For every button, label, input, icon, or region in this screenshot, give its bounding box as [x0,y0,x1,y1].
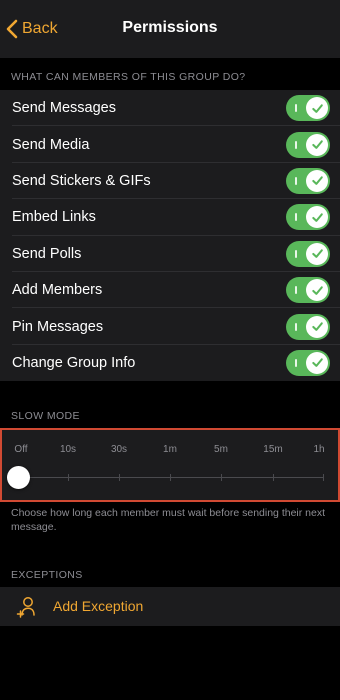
add-members-toggle[interactable] [286,277,330,304]
permission-row-pin-messages: Pin Messages [0,308,340,346]
checkmark-icon [306,206,328,229]
permission-label: Send Messages [12,100,116,117]
add-exception-label: Add Exception [53,598,144,614]
permission-row-send-messages: Send Messages [0,90,340,127]
permission-label: Add Members [12,282,103,299]
checkmark-icon [306,133,328,156]
slider-thumb[interactable] [7,466,30,489]
checkmark-icon [306,351,328,374]
slow-mode-option-off[interactable]: Off [14,444,27,455]
add-person-icon [16,597,35,618]
permission-row-add-members: Add Members [0,272,340,309]
exceptions-section-header: EXCEPTIONS [11,569,83,581]
slow-mode-slider-panel: Off 10s 30s 1m 5m 15m 1h [0,428,340,502]
slow-mode-option-15m[interactable]: 15m [263,444,282,455]
permissions-list: Send Messages Send Media Send Stickers &… [0,90,340,382]
slow-mode-option-30s[interactable]: 30s [111,444,127,455]
slider-tick [119,474,120,481]
permission-row-send-media: Send Media [0,126,340,164]
slider-tick [170,474,171,481]
permission-label: Pin Messages [12,318,104,335]
slow-mode-option-10s[interactable]: 10s [60,444,76,455]
permission-row-change-group-info: Change Group Info [0,345,340,381]
checkmark-icon [306,279,328,302]
send-polls-toggle[interactable] [286,240,330,267]
change-group-info-toggle[interactable] [286,349,330,376]
permission-row-send-stickers-gifs: Send Stickers & GIFs [0,163,340,200]
permission-label: Send Media [12,136,90,153]
permission-label: Change Group Info [12,354,136,371]
permission-label: Send Stickers & GIFs [12,172,151,189]
slow-mode-hint: Choose how long each member must wait be… [11,507,326,533]
slider-track[interactable] [18,477,324,478]
send-media-toggle[interactable] [286,131,330,158]
permission-label: Send Polls [12,245,82,262]
send-stickers-gifs-toggle[interactable] [286,167,330,194]
slow-mode-option-1m[interactable]: 1m [163,444,177,455]
permission-label: Embed Links [12,209,96,226]
embed-links-toggle[interactable] [286,204,330,231]
add-exception-button[interactable]: Add Exception [0,587,340,626]
permission-row-send-polls: Send Polls [0,236,340,273]
checkmark-icon [306,242,328,265]
slider-tick [68,474,69,481]
page-title: Permissions [122,19,218,36]
checkmark-icon [306,315,328,338]
slow-mode-option-1h[interactable]: 1h [313,444,324,455]
permissions-section-header: WHAT CAN MEMBERS OF THIS GROUP DO? [11,71,246,83]
slider-tick [323,474,324,481]
slider-tick [273,474,274,481]
checkmark-icon [306,169,328,192]
permission-row-embed-links: Embed Links [0,199,340,236]
navigation-bar: Back Permissions [0,0,340,58]
pin-messages-toggle[interactable] [286,313,330,340]
slow-mode-section-header: SLOW MODE [11,410,80,422]
slider-tick [221,474,222,481]
send-messages-toggle[interactable] [286,95,330,122]
checkmark-icon [306,97,328,120]
slow-mode-option-5m[interactable]: 5m [214,444,228,455]
